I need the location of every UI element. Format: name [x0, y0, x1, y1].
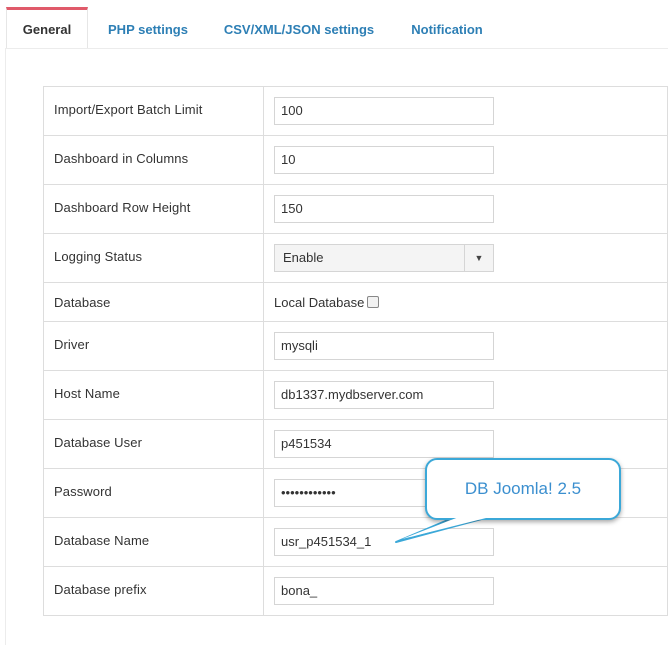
callout-pointer-join	[402, 515, 498, 539]
